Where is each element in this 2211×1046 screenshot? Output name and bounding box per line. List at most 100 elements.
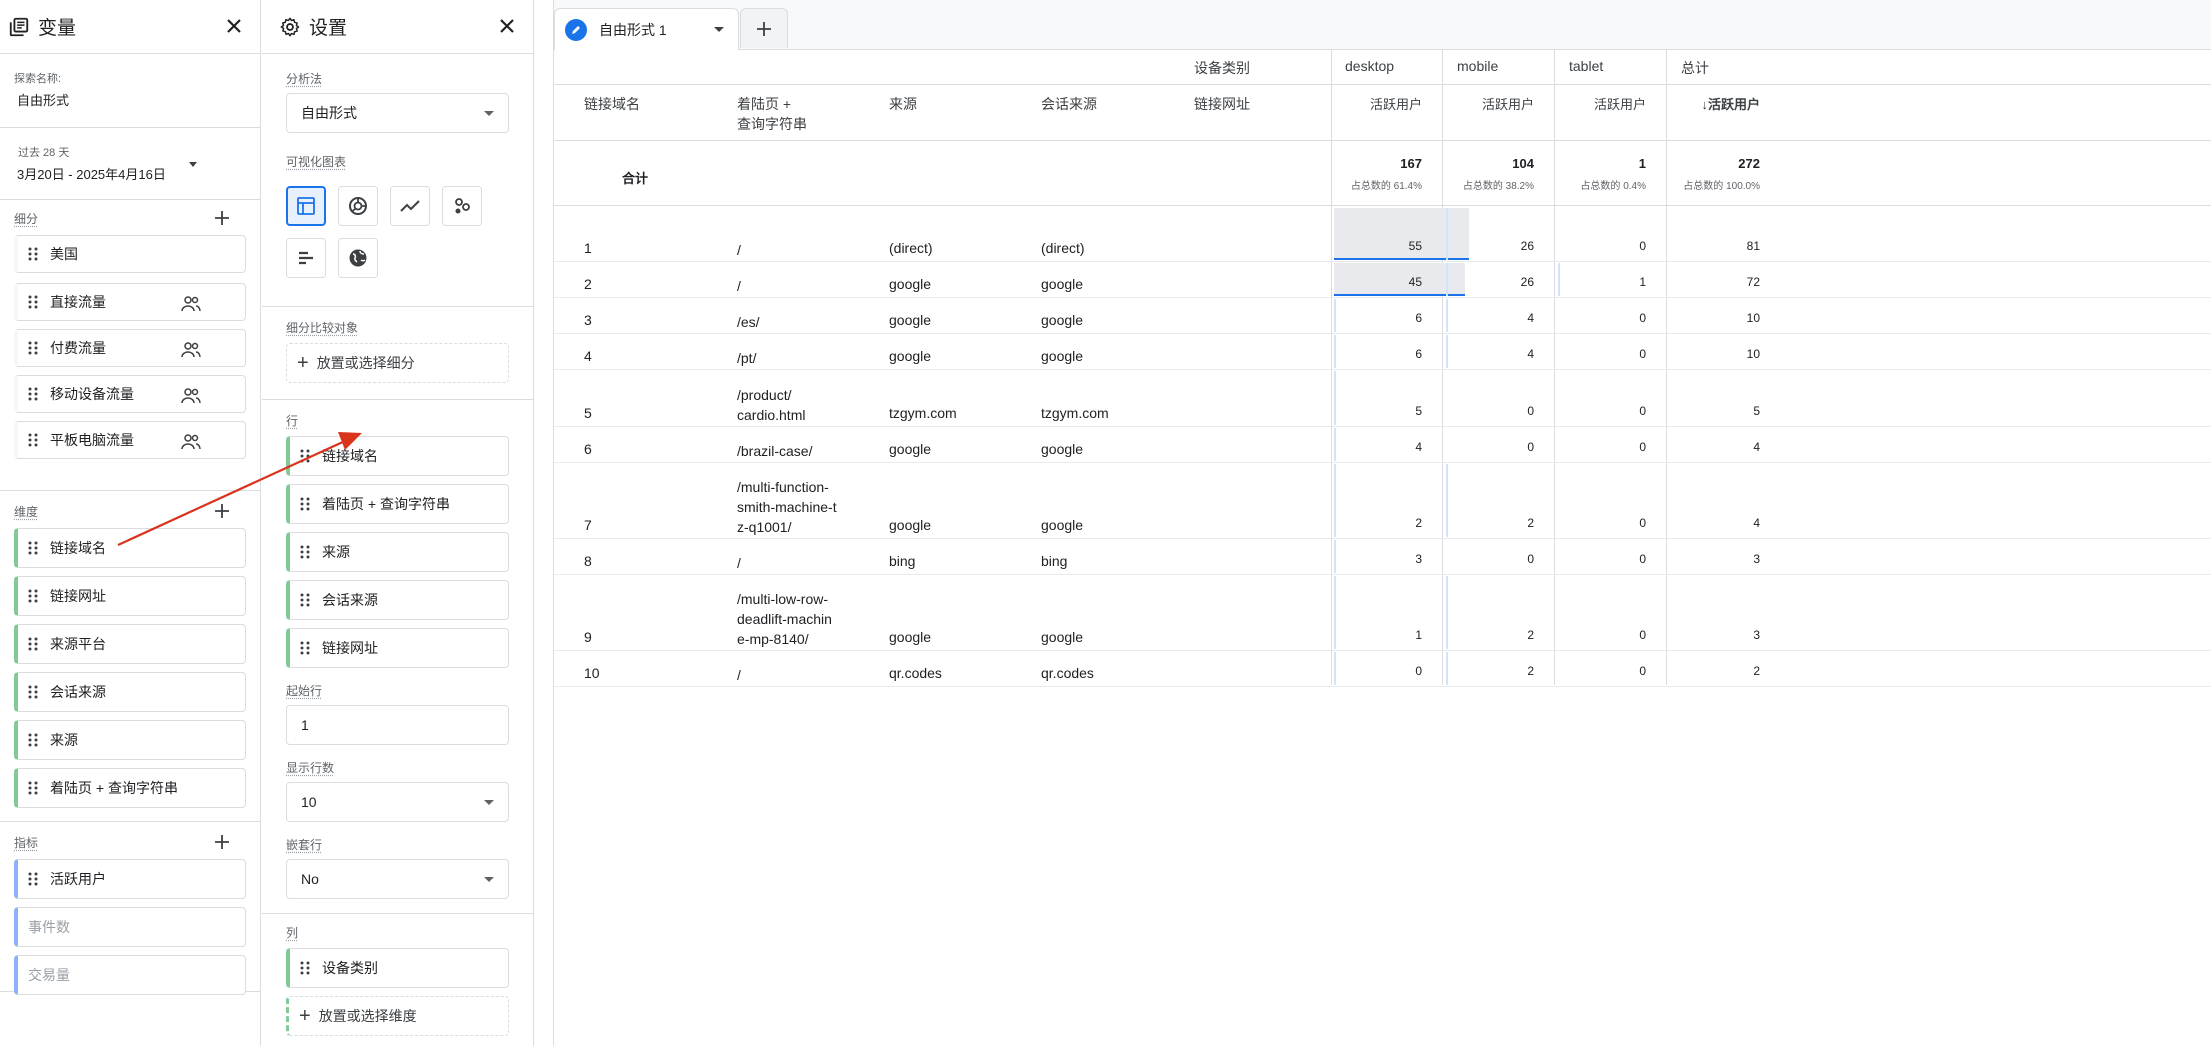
metric-value: 10	[1746, 311, 1760, 325]
column-group-header[interactable]: 总计	[1681, 58, 1709, 78]
metric-value: 5	[1415, 404, 1422, 418]
header-divider	[554, 84, 2211, 85]
metric-header[interactable]: 活跃用户	[1555, 94, 1646, 113]
row-divider	[554, 297, 2211, 298]
source-cell[interactable]: google	[889, 629, 931, 645]
metric-value: 2	[1527, 628, 1534, 642]
row-dimension-header[interactable]: 链接网址	[1194, 94, 1250, 114]
tab-freeform-1[interactable]: 自由形式 1	[554, 8, 739, 50]
total-value: 167	[1400, 156, 1422, 171]
total-cell: 167 占总数的 61.4%	[1331, 156, 1422, 192]
metric-value: 26	[1520, 275, 1534, 289]
metric-value: 0	[1639, 404, 1646, 418]
session-source-cell[interactable]: qr.codes	[1041, 665, 1094, 681]
row-dimension-header[interactable]: 着陆页 + 查询字符串	[737, 94, 807, 134]
metric-value: 0	[1527, 404, 1534, 418]
source-cell[interactable]: qr.codes	[889, 665, 942, 681]
column-group-header[interactable]: tablet	[1569, 58, 1603, 74]
source-cell[interactable]: google	[889, 348, 931, 364]
source-cell[interactable]: google	[889, 312, 931, 328]
metric-value: 6	[1415, 311, 1422, 325]
row-number: 5	[584, 405, 592, 421]
session-source-cell[interactable]: google	[1041, 348, 1083, 364]
metric-value: 2	[1415, 516, 1422, 530]
source-cell[interactable]: tzgym.com	[889, 405, 957, 421]
landing-page-cell[interactable]: /multi-low-row- deadlift-machin e-mp-814…	[737, 589, 832, 649]
metric-value: 0	[1639, 516, 1646, 530]
metric-value: 0	[1639, 311, 1646, 325]
source-cell[interactable]: google	[889, 517, 931, 533]
metric-value: 5	[1753, 404, 1760, 418]
chevron-down-icon[interactable]	[714, 27, 724, 32]
total-value: 1	[1638, 156, 1646, 171]
metric-value: 0	[1639, 440, 1646, 454]
landing-page-cell[interactable]: /multi-function- smith-machine-t z-q1001…	[737, 477, 837, 537]
metric-value: 3	[1753, 552, 1760, 566]
total-value: 272	[1738, 156, 1760, 171]
pencil-icon[interactable]	[565, 18, 587, 41]
row-divider	[554, 369, 2211, 370]
column-group-header[interactable]: mobile	[1457, 58, 1498, 74]
metric-value: 3	[1415, 552, 1422, 566]
row-number: 6	[584, 441, 592, 457]
landing-page-cell[interactable]: /	[737, 553, 741, 573]
metric-value: 55	[1408, 239, 1422, 253]
row-divider	[554, 686, 2211, 687]
total-cell: 272 占总数的 100.0%	[1667, 156, 1760, 192]
metric-value: 81	[1746, 239, 1760, 253]
metric-header[interactable]: 活跃用户	[1331, 94, 1422, 113]
row-dimension-header[interactable]: 来源	[889, 94, 917, 114]
row-dimension-header[interactable]: 链接域名	[584, 94, 640, 114]
total-percent: 占总数的 38.2%	[1462, 181, 1534, 192]
tab-label: 自由形式 1	[599, 21, 667, 38]
row-number: 7	[584, 517, 592, 533]
metric-value: 4	[1753, 516, 1760, 530]
source-cell[interactable]: google	[889, 276, 931, 292]
row-number: 9	[584, 629, 592, 645]
tab-bar: 自由形式 1	[554, 0, 2211, 50]
metric-value: 0	[1639, 664, 1646, 678]
plus-icon	[757, 21, 771, 36]
session-source-cell[interactable]: google	[1041, 629, 1083, 645]
metric-value: 2	[1527, 516, 1534, 530]
row-number: 4	[584, 348, 592, 364]
metric-value: 2	[1753, 664, 1760, 678]
session-source-cell[interactable]: google	[1041, 517, 1083, 533]
session-source-cell[interactable]: google	[1041, 312, 1083, 328]
metric-value: 72	[1746, 275, 1760, 289]
session-source-cell[interactable]: bing	[1041, 553, 1067, 569]
landing-page-cell[interactable]: /pt/	[737, 348, 756, 368]
landing-page-cell[interactable]: /brazil-case/	[737, 441, 812, 461]
landing-page-cell[interactable]: /es/	[737, 312, 760, 332]
metric-value: 0	[1527, 552, 1534, 566]
metric-value: 0	[1639, 239, 1646, 253]
row-divider	[554, 650, 2211, 651]
add-tab-button[interactable]	[740, 8, 788, 48]
column-group-header[interactable]: desktop	[1345, 58, 1394, 74]
session-source-cell[interactable]: google	[1041, 276, 1083, 292]
total-cell: 104 占总数的 38.2%	[1443, 156, 1534, 192]
row-number: 1	[584, 240, 592, 256]
metric-header[interactable]: 活跃用户	[1443, 94, 1534, 113]
row-number: 8	[584, 553, 592, 569]
row-number: 3	[584, 312, 592, 328]
landing-page-cell[interactable]: /	[737, 240, 741, 260]
metric-header[interactable]: ↓活跃用户	[1667, 94, 1760, 113]
session-source-cell[interactable]: tzgym.com	[1041, 405, 1109, 421]
landing-page-cell[interactable]: /	[737, 665, 741, 685]
session-source-cell[interactable]: (direct)	[1041, 240, 1085, 256]
row-dimension-header[interactable]: 会话来源	[1041, 94, 1097, 114]
session-source-cell[interactable]: google	[1041, 441, 1083, 457]
source-cell[interactable]: bing	[889, 553, 915, 569]
metric-value: 3	[1753, 628, 1760, 642]
metric-value: 10	[1746, 347, 1760, 361]
metric-value: 2	[1527, 664, 1534, 678]
landing-page-cell[interactable]: /	[737, 276, 741, 296]
metric-value: 0	[1415, 664, 1422, 678]
metric-value: 4	[1753, 440, 1760, 454]
totals-label: 合计	[622, 171, 649, 186]
landing-page-cell[interactable]: /product/ cardio.html	[737, 385, 805, 425]
source-cell[interactable]: google	[889, 441, 931, 457]
source-cell[interactable]: (direct)	[889, 240, 933, 256]
total-percent: 占总数的 100.0%	[1683, 181, 1760, 192]
